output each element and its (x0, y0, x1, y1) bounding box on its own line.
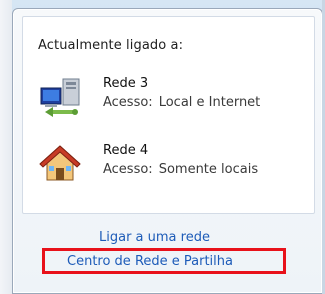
access-label: Acesso: (103, 95, 153, 110)
highlight-box (42, 248, 286, 274)
network-item-rede-3[interactable]: Rede 3 Acesso: Local e Internet (23, 75, 313, 119)
connect-to-network-link[interactable]: Ligar a uma rede (99, 230, 210, 245)
network-name: Rede 3 (103, 76, 149, 91)
network-flyout: Actualmente ligado a: Rede 3 Acesso: Loca… (12, 8, 323, 294)
desktop-edge (0, 0, 12, 294)
panel-title: Actualmente ligado a: (38, 38, 184, 53)
network-access-line: Acesso: Local e Internet (103, 95, 260, 110)
network-item-rede-4[interactable]: Rede 4 Acesso: Somente locais (23, 142, 313, 186)
network-computer-icon (40, 78, 80, 117)
network-flyout-screen: Actualmente ligado a: Rede 3 Acesso: Loca… (0, 0, 325, 294)
network-access-line: Acesso: Somente locais (103, 162, 258, 177)
connections-panel: Actualmente ligado a: Rede 3 Acesso: Loca… (22, 16, 315, 214)
access-label: Acesso: (103, 162, 153, 177)
access-value: Local e Internet (158, 95, 261, 110)
home-network-icon (39, 145, 81, 181)
network-name: Rede 4 (103, 143, 149, 158)
access-value: Somente locais (158, 162, 259, 177)
